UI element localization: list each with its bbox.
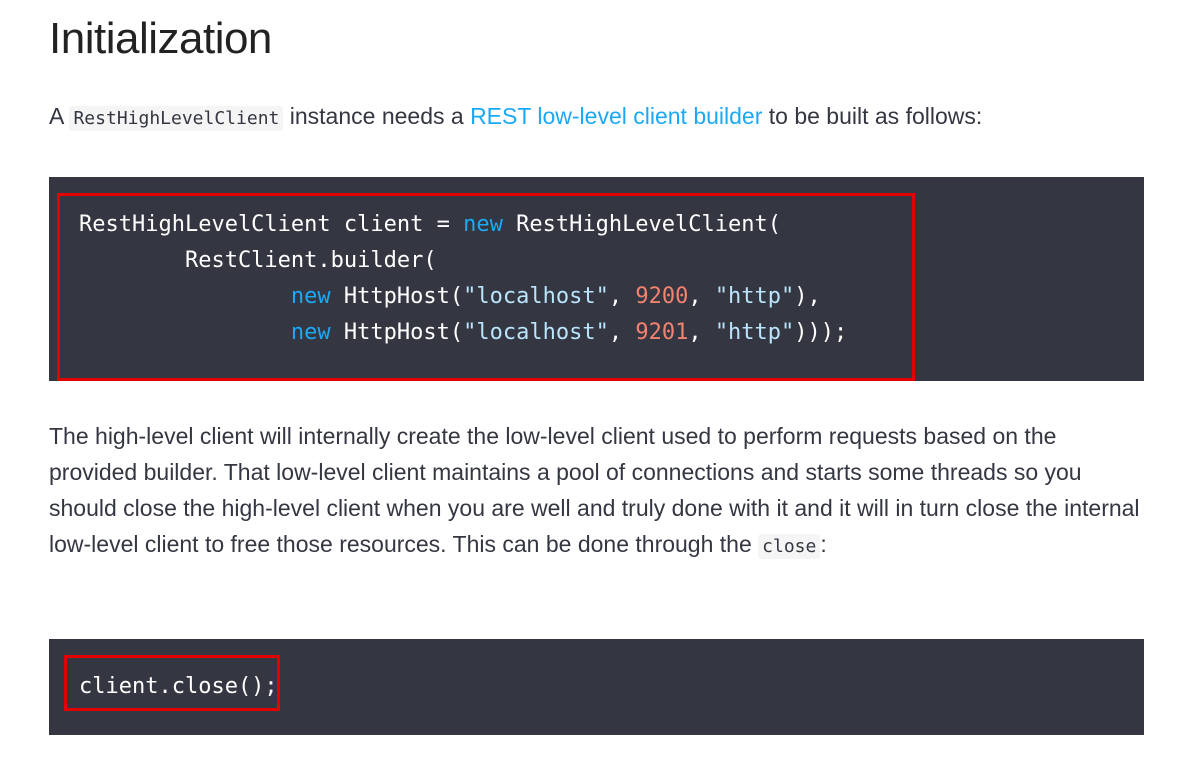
page-title: Initialization [49,14,272,63]
code-content: RestHighLevelClient client = new RestHig… [79,207,847,351]
code-block-client-close: client.close(); [49,639,1144,735]
intro-paragraph: A RestHighLevelClient instance needs a R… [49,99,982,136]
code-line-4: new HttpHost("localhost", 9201, "http"))… [290,320,848,345]
code-block-client-init: RestHighLevelClient client = new RestHig… [49,177,1144,381]
intro-middle: instance needs a [289,103,464,129]
body-text: The high-level client will internally cr… [49,423,1140,557]
code-content: client.close(); [79,669,278,705]
keyword-new: new [290,284,331,309]
keyword-new: new [290,320,331,345]
code-line-3: new HttpHost("localhost", 9200, "http"), [290,284,821,309]
inline-code-close: close [758,534,821,559]
string-literal: "localhost" [463,320,609,345]
intro-suffix: to be built as follows: [768,103,983,129]
body-paragraph: The high-level client will internally cr… [49,418,1144,565]
code-line-1: RestHighLevelClient client = new RestHig… [79,212,782,237]
string-literal: "http" [714,284,795,309]
number-literal: 9200 [635,284,689,309]
body-suffix: : [820,531,827,557]
string-literal: "localhost" [463,284,609,309]
rest-low-level-client-builder-link[interactable]: REST low-level client builder [470,103,762,129]
inline-code-resthighlevelclient: RestHighLevelClient [69,106,284,131]
code-line-2: RestClient.builder( [79,248,437,273]
code-line-1: client.close(); [79,674,278,699]
intro-prefix: A [49,103,64,129]
number-literal: 9201 [635,320,689,345]
string-literal: "http" [714,320,795,345]
keyword-new: new [463,212,503,237]
